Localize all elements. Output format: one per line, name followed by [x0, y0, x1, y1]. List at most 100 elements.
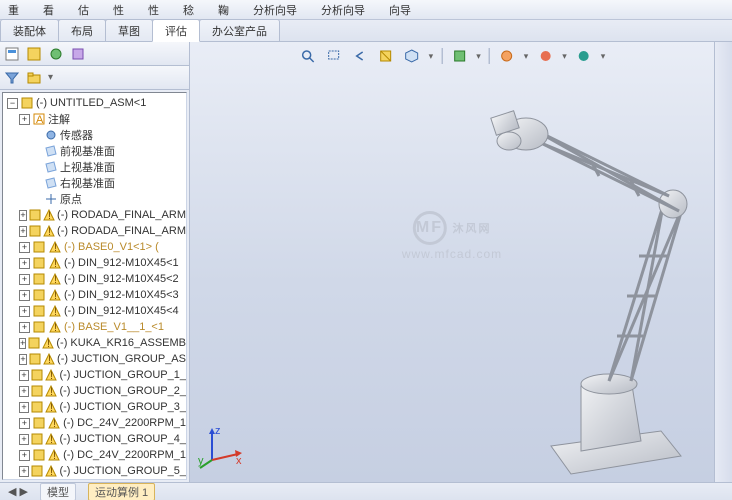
tree-plane-top[interactable]: 上视基准面 [3, 159, 186, 175]
tree-component[interactable]: +!(-) DC_24V_2200RPM_1 [3, 447, 186, 463]
expand-icon[interactable]: + [19, 434, 29, 445]
expand-icon[interactable]: + [19, 290, 30, 301]
menu-item[interactable]: 估 [74, 0, 93, 20]
dropdown-arrow-icon[interactable]: ▾ [601, 51, 606, 62]
tree-plane-front[interactable]: 前视基准面 [3, 143, 186, 159]
task-pane-strip[interactable] [714, 42, 732, 482]
panel-tab-strip [0, 42, 189, 66]
origin-icon [44, 192, 58, 206]
tree-component[interactable]: +!(-) JUCTION_GROUP_2_ [3, 383, 186, 399]
tree-component[interactable]: +!(-) RODADA_FINAL_ARM [3, 207, 186, 223]
bottom-tab-motion[interactable]: 运动算例 1 [88, 483, 155, 500]
tree-component[interactable]: +!(-) DIN_912-M10X45<2 [3, 271, 186, 287]
tree-component[interactable]: +!(-) JUCTION_GROUP_5_ [3, 463, 186, 479]
robot-arm-model[interactable] [431, 86, 711, 476]
tree-component[interactable]: +!(-) BASE_V1__1_<1 [3, 319, 186, 335]
expand-icon[interactable]: + [19, 242, 30, 253]
appearance-icon[interactable] [536, 47, 554, 65]
tree-component[interactable]: +!(-) DIN_912-M10X45<4 [3, 303, 186, 319]
view-orientation-icon[interactable] [403, 47, 421, 65]
dropdown-arrow-icon[interactable]: ▾ [524, 51, 529, 62]
3d-viewport[interactable]: ▾ ▾ ▾ ▾ ▾ MF 沐风网 www.mfcad.com [190, 42, 714, 482]
display-manager-icon[interactable] [70, 46, 86, 62]
tab-assembly[interactable]: 装配体 [0, 19, 59, 41]
menu-item[interactable]: 重 [4, 0, 23, 20]
tree-component[interactable]: +!(-) RODADA_FINAL_ARM [3, 223, 186, 239]
tree-component[interactable]: +!(-) JUCTION_GROUP_1_ [3, 367, 186, 383]
menu-item[interactable]: 稔 [179, 0, 198, 20]
previous-view-icon[interactable] [351, 47, 369, 65]
svg-text:!: ! [50, 434, 53, 445]
warning-icon: ! [45, 384, 57, 398]
warning-icon: ! [48, 256, 62, 270]
tab-layout[interactable]: 布局 [58, 19, 106, 41]
expand-icon[interactable]: + [19, 450, 30, 461]
dropdown-arrow-icon[interactable]: ▾ [562, 51, 567, 62]
tree-annotation[interactable]: + A 注解 [3, 111, 186, 127]
folder-icon[interactable] [26, 70, 42, 86]
tree-component[interactable]: +!(-) DC_24V_2200RPM_1 [3, 415, 186, 431]
axis-y-label: y [198, 455, 204, 467]
tree-label: 注解 [48, 111, 70, 127]
collapse-icon[interactable]: − [7, 98, 18, 109]
expand-icon[interactable]: + [19, 306, 30, 317]
section-view-icon[interactable] [377, 47, 395, 65]
expand-icon[interactable]: + [19, 114, 30, 125]
menu-item[interactable]: 鞠 [214, 0, 233, 20]
tree-label: (-) DC_24V_2200RPM_1 [63, 449, 186, 461]
tab-sketch[interactable]: 草图 [105, 19, 153, 41]
feature-tree-icon[interactable] [4, 46, 20, 62]
bottom-tab-model[interactable]: 模型 [40, 483, 76, 500]
nav-arrows[interactable]: ◀ ▶ [8, 485, 28, 498]
filter-icon[interactable] [4, 70, 20, 86]
feature-tree[interactable]: − (-) UNTITLED_ASM<1 + A 注解 传感器 前视基准 [2, 92, 187, 480]
tree-sensor[interactable]: 传感器 [3, 127, 186, 143]
config-manager-icon[interactable] [48, 46, 64, 62]
tree-label: (-) JUCTION_GROUP_AS [57, 353, 186, 365]
expand-icon[interactable]: + [19, 466, 29, 477]
tree-root[interactable]: − (-) UNTITLED_ASM<1 [3, 95, 186, 111]
tree-label: (-) JUCTION_GROUP_2_ [59, 385, 186, 397]
menu-item[interactable]: 分析向导 [249, 0, 301, 20]
zoom-fit-icon[interactable] [299, 47, 317, 65]
orientation-triad[interactable]: z x y [198, 424, 244, 470]
menu-item[interactable]: 看 [39, 0, 58, 20]
dropdown-arrow-icon[interactable]: ▾ [48, 72, 53, 83]
expand-icon[interactable]: + [19, 274, 30, 285]
expand-icon[interactable]: + [19, 258, 30, 269]
property-manager-icon[interactable] [26, 46, 42, 62]
tab-office[interactable]: 办公室产品 [199, 19, 280, 41]
menu-item[interactable]: 性 [109, 0, 128, 20]
expand-icon[interactable]: + [19, 418, 30, 429]
tree-plane-right[interactable]: 右视基准面 [3, 175, 186, 191]
expand-icon[interactable]: + [19, 354, 27, 365]
expand-icon[interactable]: + [19, 210, 27, 221]
tree-component[interactable]: +!(-) KUKA_KR16_ASSEMB [3, 335, 186, 351]
menu-item[interactable]: 向导 [385, 0, 415, 20]
expand-icon[interactable]: + [19, 338, 26, 349]
menu-item[interactable]: 分析向导 [317, 0, 369, 20]
tab-evaluate[interactable]: 评估 [152, 19, 200, 42]
menu-item[interactable]: 性 [144, 0, 163, 20]
tree-component[interactable]: +!(-) JUCTION_GROUP_AS [3, 351, 186, 367]
display-style-icon[interactable] [450, 47, 468, 65]
tree-component[interactable]: +!(-) DIN_912-M10X45<1 [3, 255, 186, 271]
zoom-area-icon[interactable] [325, 47, 343, 65]
svg-text:!: ! [54, 258, 57, 269]
tree-origin[interactable]: 原点 [3, 191, 186, 207]
tree-component[interactable]: +!(-) JUCTION_GROUP_4_ [3, 431, 186, 447]
expand-icon[interactable]: + [19, 226, 27, 237]
warning-icon: ! [45, 400, 57, 414]
expand-icon[interactable]: + [19, 386, 29, 397]
dropdown-arrow-icon[interactable]: ▾ [429, 51, 434, 62]
tree-component[interactable]: +!(-) JUCTION_GROUP_3_ [3, 399, 186, 415]
expand-icon[interactable]: + [19, 370, 29, 381]
dropdown-arrow-icon[interactable]: ▾ [476, 51, 481, 62]
scene-icon[interactable] [575, 47, 593, 65]
expand-icon[interactable]: + [19, 402, 29, 413]
expand-icon[interactable]: + [19, 322, 30, 333]
tree-component[interactable]: +!(-) BASE0_V1<1> ( [3, 239, 186, 255]
tree-component[interactable]: +!(-) DIN_912-M10X45<3 [3, 287, 186, 303]
hide-show-icon[interactable] [498, 47, 516, 65]
tree-component[interactable]: +!(-) DC_24V_2200RPM_1 [3, 479, 186, 480]
